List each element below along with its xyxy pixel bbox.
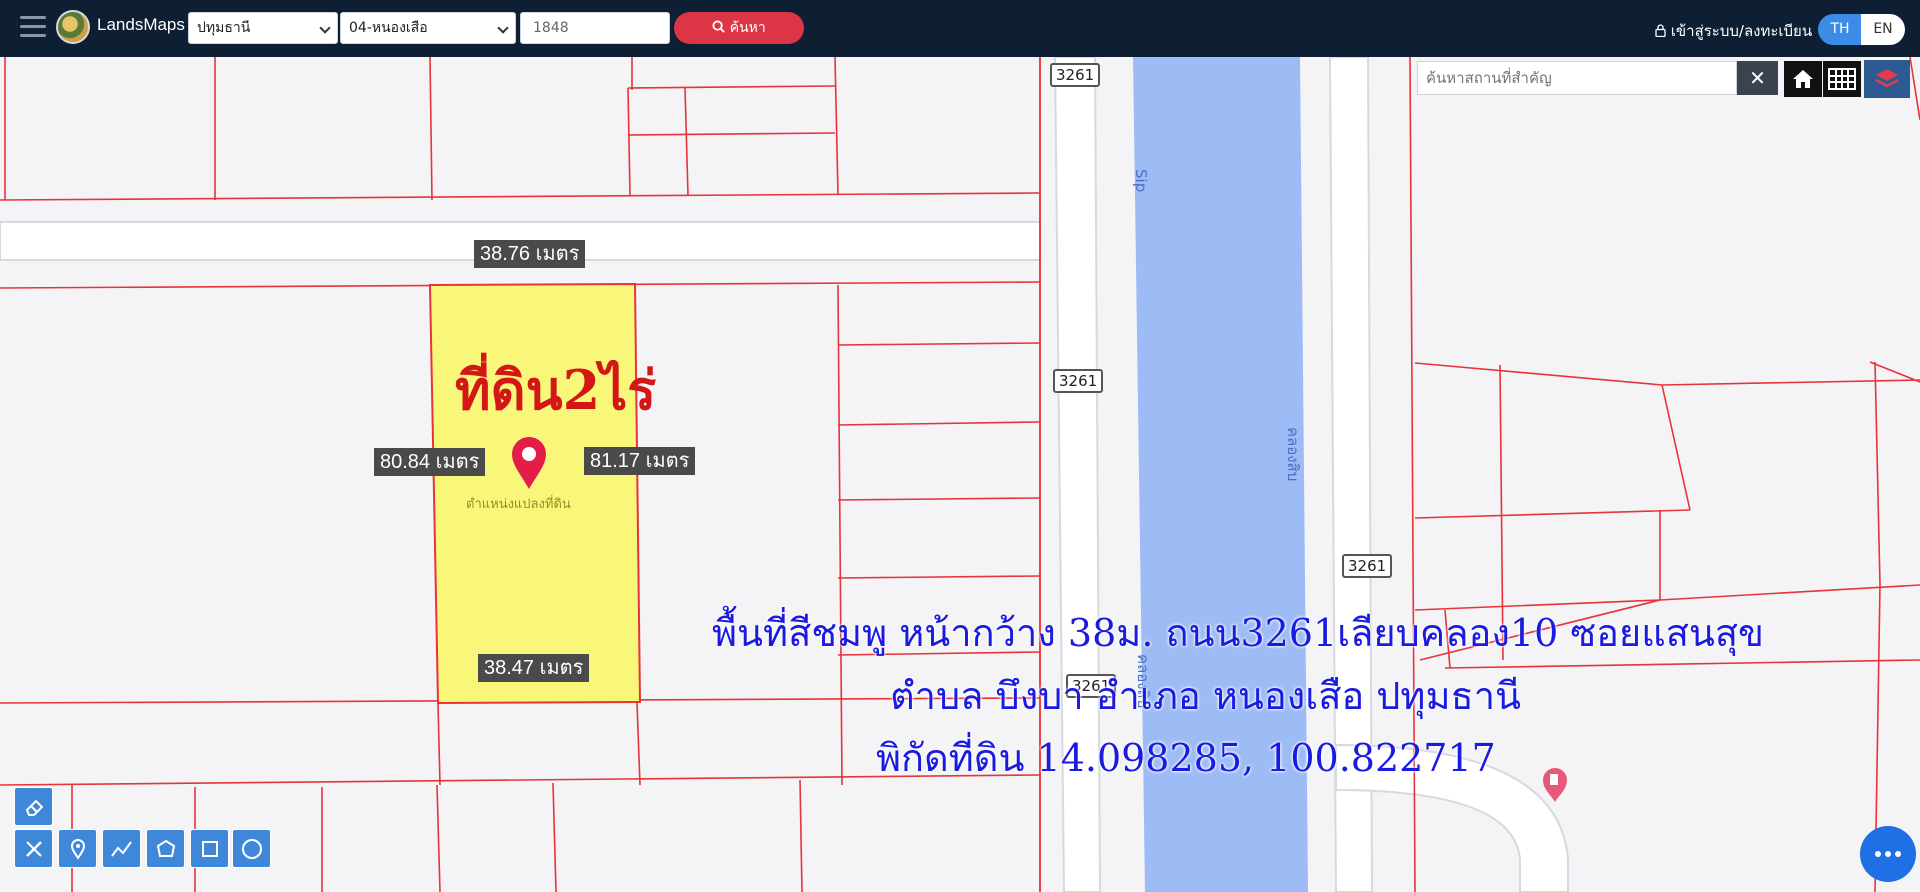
route-shield: 3261 bbox=[1053, 369, 1104, 393]
dimension-top: 38.76 เมตร bbox=[474, 240, 586, 268]
chevron-down-icon bbox=[497, 22, 509, 34]
lang-en-button[interactable]: EN bbox=[1861, 14, 1905, 45]
grid-button[interactable] bbox=[1823, 61, 1861, 97]
ruler-pencil-icon bbox=[25, 840, 42, 857]
eraser-tool-button[interactable] bbox=[14, 787, 53, 826]
circle-tool-button[interactable] bbox=[232, 829, 271, 868]
lang-th-button[interactable]: TH bbox=[1818, 14, 1862, 45]
search-button-label: ค้นหา bbox=[729, 20, 766, 36]
layers-icon bbox=[1875, 69, 1899, 88]
login-label: เข้าสู่ระบบ/ลงทะเบียน bbox=[1670, 22, 1813, 40]
canal-label: คลองสิบ bbox=[1284, 427, 1302, 482]
chevron-down-icon bbox=[319, 22, 331, 34]
canal-label-sip: Sip bbox=[1132, 169, 1150, 193]
polygon-icon bbox=[156, 839, 175, 857]
overlay-line-3: พิกัดที่ดิน 14.098285, 100.822717 bbox=[876, 736, 1496, 780]
district-value: 04-หนองเสือ bbox=[349, 20, 428, 36]
pin-caption: ตำแหน่งแปลงที่ดิน bbox=[466, 497, 571, 512]
layers-button[interactable] bbox=[1864, 60, 1910, 98]
rectangle-tool-button[interactable] bbox=[190, 829, 229, 868]
rectangle-icon bbox=[201, 840, 218, 857]
district-select[interactable]: 04-หนองเสือ bbox=[340, 12, 516, 44]
hamburger-icon[interactable] bbox=[20, 16, 46, 38]
point-tool-button[interactable] bbox=[58, 829, 97, 868]
brand-name: LandsMaps bbox=[97, 15, 185, 34]
province-value: ปทุมธานี bbox=[197, 20, 251, 36]
home-button[interactable] bbox=[1784, 61, 1822, 97]
dimension-right: 81.17 เมตร bbox=[584, 447, 696, 475]
dimension-bottom: 38.47 เมตร bbox=[478, 654, 590, 682]
parcel-number-input[interactable] bbox=[520, 12, 670, 44]
top-bar: LandsMaps ปทุมธานี 04-หนองเสือ ค้นหา เข้… bbox=[0, 0, 1920, 57]
clear-search-button[interactable]: ✕ bbox=[1737, 61, 1778, 95]
grid-icon bbox=[1828, 68, 1856, 90]
overlay-line-1: พื้นที่สีชมพู หน้ากว้าง 38ม. ถนน3261เลีย… bbox=[712, 611, 1765, 655]
map-canvas[interactable]: 3261 3261 3261 3261 Sip คลองสิบ คลองสิบ … bbox=[0, 57, 1920, 892]
polygon-tool-button[interactable] bbox=[146, 829, 185, 868]
line-tool-button[interactable] bbox=[102, 829, 141, 868]
search-button[interactable]: ค้นหา bbox=[674, 12, 804, 44]
circle-icon bbox=[241, 838, 262, 859]
fuel-station-icon[interactable] bbox=[1543, 768, 1567, 802]
login-link[interactable]: เข้าสู่ระบบ/ลงทะเบียน bbox=[1655, 19, 1812, 43]
home-icon bbox=[1793, 70, 1813, 88]
dimension-left: 80.84 เมตร bbox=[374, 448, 486, 476]
measure-tool-button[interactable] bbox=[14, 829, 53, 868]
polyline-icon bbox=[110, 840, 132, 857]
search-icon bbox=[712, 20, 725, 33]
landsmaps-logo bbox=[56, 10, 90, 44]
more-dots-icon[interactable] bbox=[1860, 826, 1916, 882]
route-shield: 3261 bbox=[1342, 554, 1393, 578]
location-marker-icon bbox=[70, 838, 85, 860]
route-shield: 3261 bbox=[1050, 63, 1101, 87]
eraser-icon bbox=[25, 799, 43, 816]
overlay-line-2: ตำบล บึงบา อำเภอ หนองเสือ ปทุมธานี bbox=[890, 674, 1522, 718]
land-size-title: ที่ดิน2ไร่ bbox=[455, 358, 657, 422]
lock-icon bbox=[1655, 24, 1666, 38]
province-select[interactable]: ปทุมธานี bbox=[188, 12, 338, 44]
poi-search-input[interactable] bbox=[1417, 61, 1737, 95]
